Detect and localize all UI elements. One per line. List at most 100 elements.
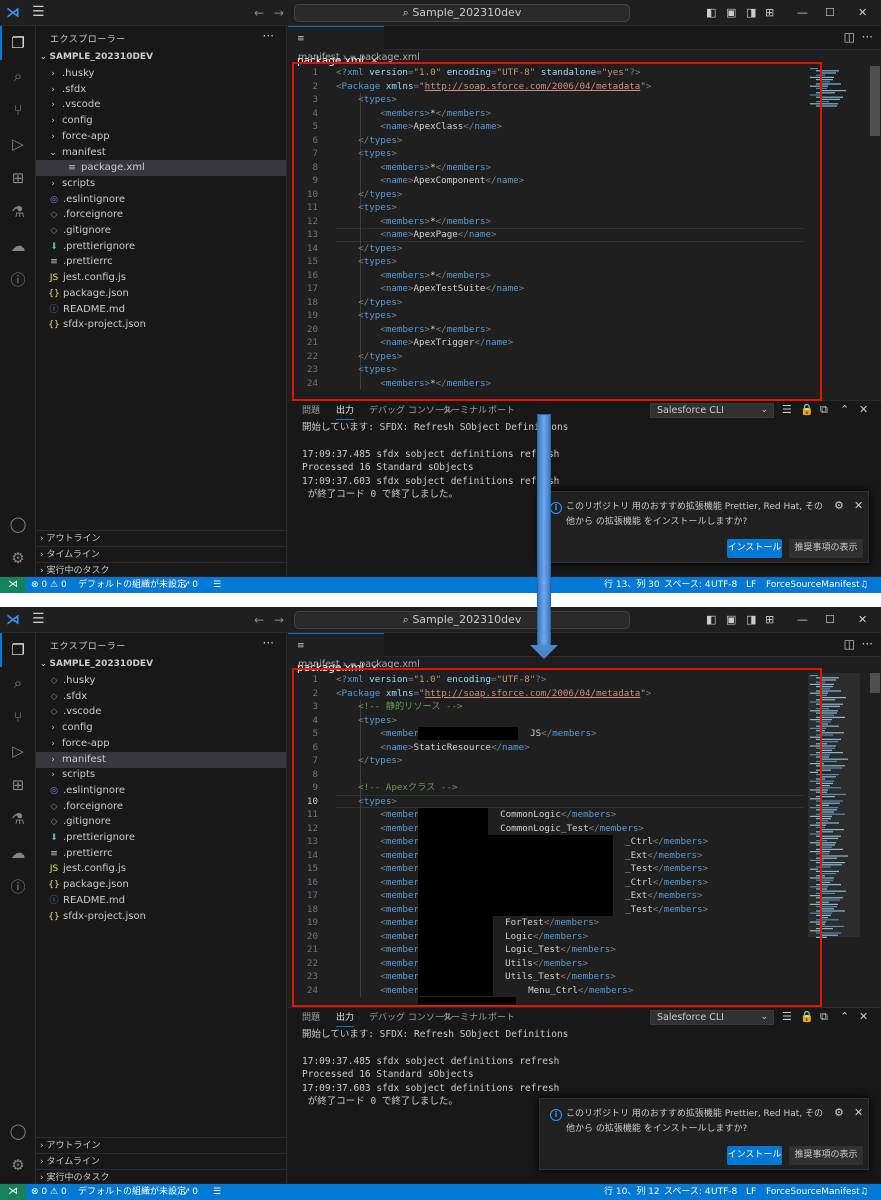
- indentation[interactable]: スペース: 4: [664, 577, 711, 593]
- eol[interactable]: LF: [746, 1184, 756, 1200]
- toggle-sidebar-icon[interactable]: ◧: [706, 5, 716, 21]
- source-control-icon[interactable]: ⑂: [8, 707, 28, 727]
- workspace-root[interactable]: ⌄ SAMPLE_202310DEV: [40, 52, 153, 62]
- command-center-search[interactable]: ⌕ Sample_202310dev: [294, 611, 630, 629]
- ports-status[interactable]: ⑇ 0: [184, 577, 198, 593]
- tree-item[interactable]: ◎ .eslintignore: [36, 783, 286, 799]
- output-channel-select[interactable]: Salesforce CLI ⌄: [650, 1010, 774, 1025]
- run-debug-icon[interactable]: ▷: [8, 134, 28, 154]
- scrollbar-thumb[interactable]: [870, 673, 880, 693]
- cursor-position[interactable]: 行 13、列 30: [604, 577, 660, 593]
- tree-item[interactable]: {} package.json: [36, 286, 286, 302]
- close-window-icon[interactable]: ✕: [858, 5, 867, 21]
- filter-list-icon[interactable]: ☰: [782, 403, 792, 417]
- tree-item[interactable]: ⓘ README.md: [36, 302, 286, 318]
- timeline-section[interactable]: › タイムライン: [36, 1153, 286, 1169]
- maximize-icon[interactable]: ☐: [825, 612, 835, 628]
- tree-item[interactable]: ◇ .gitignore: [36, 223, 286, 239]
- minimize-icon[interactable]: —: [797, 5, 808, 21]
- tree-item[interactable]: ◇ .sfdx: [36, 689, 286, 705]
- gear-icon[interactable]: ⚙: [8, 548, 28, 568]
- problems-status[interactable]: ⊗ 0 ⚠ 0: [31, 577, 67, 593]
- tree-item[interactable]: › force-app: [36, 129, 286, 145]
- running-tasks-section[interactable]: › 実行中のタスク: [36, 1169, 286, 1185]
- close-window-icon[interactable]: ✕: [858, 612, 867, 628]
- ports-status[interactable]: ⑇ 0: [184, 1184, 198, 1200]
- source-control-icon[interactable]: ⑂: [8, 100, 28, 120]
- problems-status[interactable]: ⊗ 0 ⚠ 0: [31, 1184, 67, 1200]
- tree-item[interactable]: ◎ .eslintignore: [36, 192, 286, 208]
- panel-tab[interactable]: 出力: [336, 405, 355, 420]
- close-panel-icon[interactable]: ✕: [859, 403, 868, 417]
- tree-item[interactable]: ≡ .prettierrc: [36, 254, 286, 270]
- explorer-icon[interactable]: ❐: [8, 33, 28, 53]
- problems-icon[interactable]: ⓘ: [8, 270, 28, 290]
- tree-item[interactable]: › scripts: [36, 176, 286, 192]
- tree-item[interactable]: ⬇ .prettierignore: [36, 830, 286, 846]
- org-status[interactable]: デフォルトの組織が未設定: [78, 577, 186, 593]
- toggle-secondary-sidebar-icon[interactable]: ◨: [746, 5, 756, 21]
- back-arrow-icon[interactable]: ←: [254, 5, 264, 21]
- notifications-icon[interactable]: ♫: [860, 577, 868, 593]
- running-tasks-section[interactable]: › 実行中のタスク: [36, 562, 286, 578]
- testing-icon[interactable]: ⚗: [8, 809, 28, 829]
- account-icon[interactable]: ◯: [8, 514, 28, 534]
- testing-icon[interactable]: ⚗: [8, 202, 28, 222]
- salesforce-cloud-icon[interactable]: ☁: [8, 843, 28, 863]
- close-icon[interactable]: ✕: [854, 499, 863, 512]
- tree-item[interactable]: ⓘ README.md: [36, 893, 286, 909]
- tree-item[interactable]: › config: [36, 720, 286, 736]
- run-debug-icon[interactable]: ▷: [8, 741, 28, 761]
- copy-icon[interactable]: ⧉: [820, 403, 828, 417]
- search-icon[interactable]: ⌕: [8, 66, 28, 86]
- notifications-icon[interactable]: ♫: [860, 1184, 868, 1200]
- remote-icon[interactable]: ⋊: [0, 577, 26, 593]
- editor-scrollbar[interactable]: [870, 673, 880, 1005]
- outline-section[interactable]: › アウトライン: [36, 530, 286, 546]
- show-recommendations-button[interactable]: 推奨事項の表示: [789, 1146, 863, 1165]
- scrollbar-thumb[interactable]: [870, 66, 880, 136]
- more-actions-icon[interactable]: ···: [862, 30, 873, 44]
- maximize-icon[interactable]: ☐: [825, 5, 835, 21]
- tree-item[interactable]: ◇ .gitignore: [36, 814, 286, 830]
- tree-item[interactable]: ≡ package.xml: [36, 160, 286, 177]
- toggle-sidebar-icon[interactable]: ◧: [706, 612, 716, 628]
- tree-item[interactable]: › .sfdx: [36, 82, 286, 98]
- panel-tab[interactable]: ポート: [488, 405, 515, 417]
- panel-tab[interactable]: 問題: [302, 405, 320, 417]
- gear-icon[interactable]: ⚙: [834, 499, 844, 512]
- panel-tab[interactable]: ターミナル: [442, 405, 487, 417]
- more-actions-icon[interactable]: ···: [263, 636, 274, 650]
- install-button[interactable]: インストール: [727, 1146, 782, 1165]
- tree-item[interactable]: › .vscode: [36, 97, 286, 113]
- tree-item[interactable]: ◇ .husky: [36, 673, 286, 689]
- tree-item[interactable]: {} package.json: [36, 877, 286, 893]
- salesforce-cloud-icon[interactable]: ☁: [8, 236, 28, 256]
- more-actions-icon[interactable]: ···: [263, 29, 274, 43]
- tree-item[interactable]: › scripts: [36, 767, 286, 783]
- chevron-up-icon[interactable]: ⌃: [840, 403, 849, 417]
- tab-package-xml[interactable]: ≡ package.xml ✕: [288, 633, 384, 674]
- close-panel-icon[interactable]: ✕: [859, 1010, 868, 1024]
- command-center-search[interactable]: ⌕ Sample_202310dev: [294, 4, 630, 22]
- encoding[interactable]: UTF-8: [711, 577, 737, 593]
- timeline-section[interactable]: › タイムライン: [36, 546, 286, 562]
- split-editor-icon[interactable]: ◫: [844, 30, 855, 44]
- org-status[interactable]: デフォルトの組織が未設定: [78, 1184, 186, 1200]
- split-editor-icon[interactable]: ◫: [844, 637, 855, 651]
- tree-item[interactable]: ◇ .vscode: [36, 704, 286, 720]
- forward-arrow-icon[interactable]: →: [274, 612, 284, 628]
- filter-list-icon[interactable]: ☰: [782, 1010, 792, 1024]
- menu-icon[interactable]: ☰: [32, 4, 48, 20]
- tree-item[interactable]: JS jest.config.js: [36, 270, 286, 286]
- tree-item[interactable]: › manifest: [36, 751, 286, 768]
- panel-tab[interactable]: ターミナル: [442, 1012, 487, 1024]
- cursor-position[interactable]: 行 10、列 12: [604, 1184, 660, 1200]
- copy-icon[interactable]: ⧉: [820, 1010, 828, 1024]
- outline-section[interactable]: › アウトライン: [36, 1137, 286, 1153]
- tree-item[interactable]: ◇ .forceignore: [36, 207, 286, 223]
- problems-icon[interactable]: ⓘ: [8, 877, 28, 897]
- panel-tab[interactable]: 問題: [302, 1012, 320, 1024]
- chevron-up-icon[interactable]: ⌃: [840, 1010, 849, 1024]
- gear-icon[interactable]: ⚙: [8, 1155, 28, 1175]
